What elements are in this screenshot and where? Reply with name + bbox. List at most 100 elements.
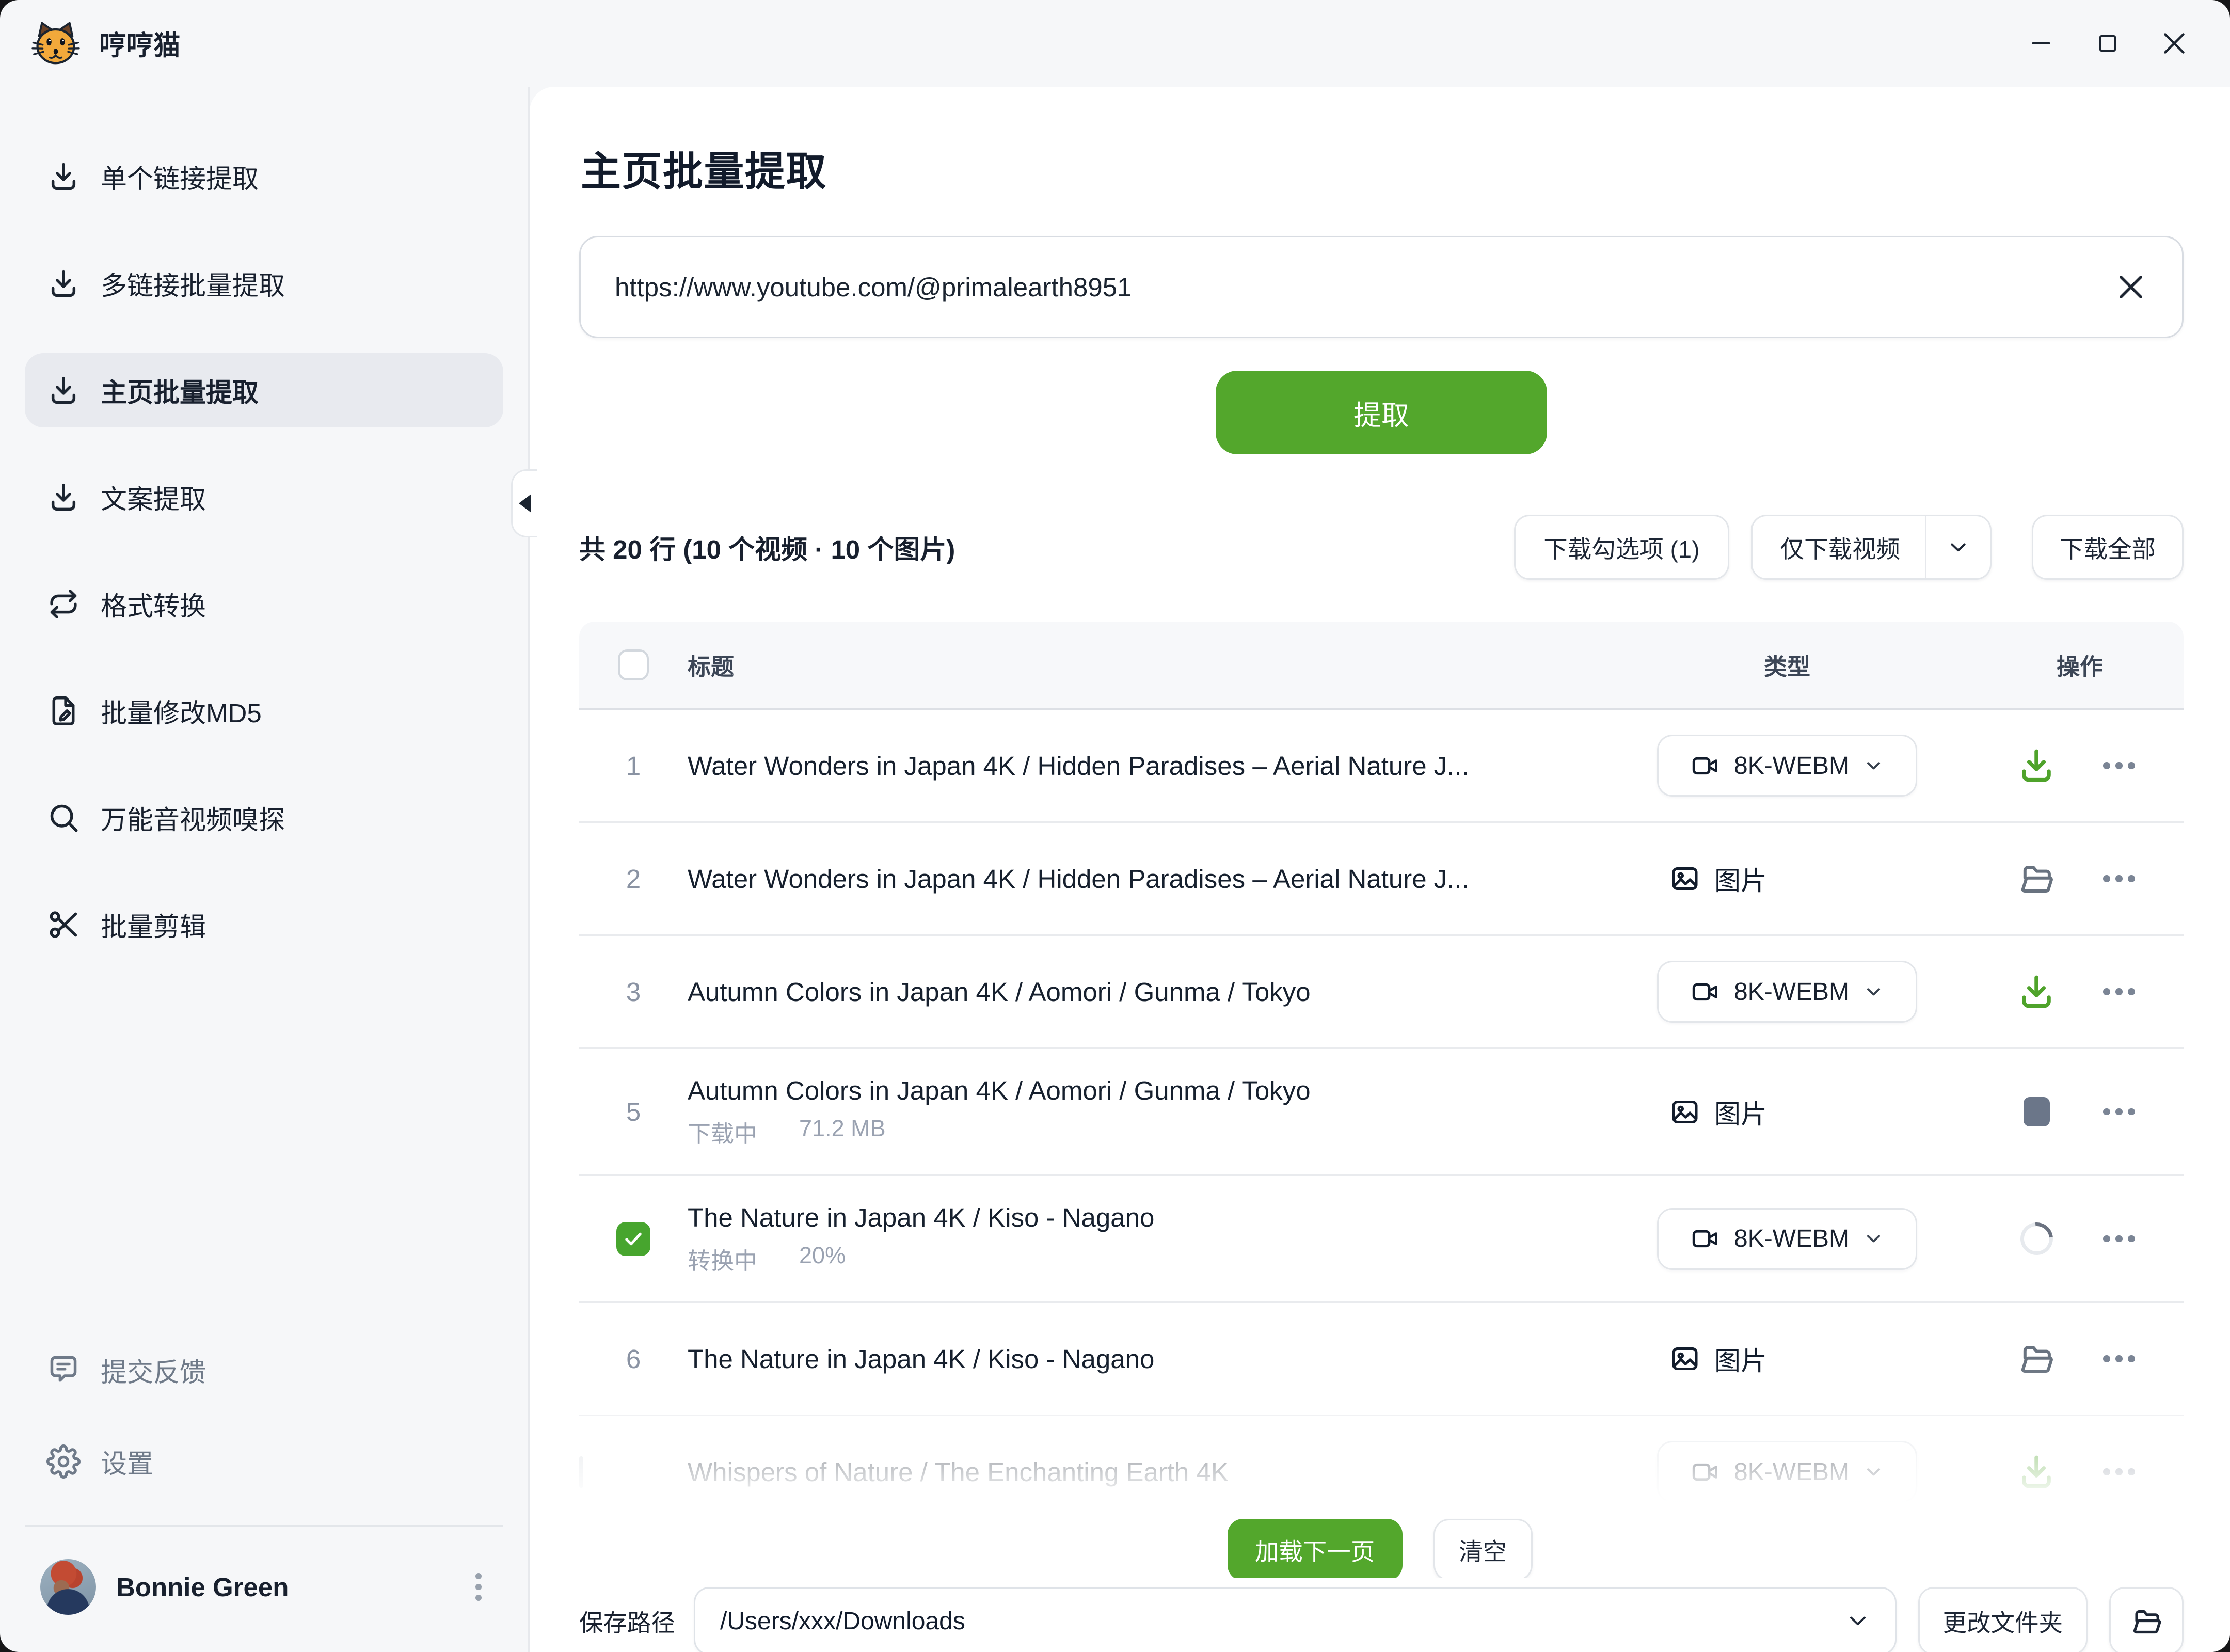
row-primary-action[interactable] (2016, 1452, 2057, 1492)
table-body: 1 Water Wonders in Japan 4K / Hidden Par… (579, 710, 2184, 1529)
change-folder-button[interactable]: 更改文件夹 (1918, 1587, 2088, 1652)
more-menu-button[interactable] (2100, 1226, 2138, 1252)
download-icon (46, 480, 81, 514)
clear-list-button[interactable]: 清空 (1433, 1519, 1533, 1581)
row-select-cell: 3 (579, 977, 688, 1007)
more-menu-button[interactable] (2100, 979, 2138, 1005)
row-primary-action[interactable] (2016, 745, 2057, 786)
more-menu-button[interactable] (2100, 1459, 2138, 1485)
sidebar-item-设置[interactable]: 设置 (25, 1424, 503, 1499)
user-row[interactable]: Bonnie Green (25, 1547, 503, 1627)
row-select-cell: 6 (579, 1344, 688, 1374)
spinner-icon (2014, 1216, 2060, 1262)
row-primary-action[interactable] (2016, 859, 2057, 899)
row-title: Autumn Colors in Japan 4K / Aomori / Gun… (688, 977, 1595, 1007)
download-checked-button[interactable]: 下载勾选项 (1) (1514, 515, 1729, 580)
save-path-label: 保存路径 (579, 1604, 675, 1639)
sidebar-item-多链接批量提取[interactable]: 多链接批量提取 (25, 246, 503, 321)
url-input[interactable]: https://www.youtube.com/@primalearth8951 (579, 236, 2184, 338)
sidebar-item-批量修改MD5[interactable]: 批量修改MD5 (25, 674, 503, 748)
chevron-down-icon (1863, 982, 1884, 1002)
row-title-cell: Autumn Colors in Japan 4K / Aomori / Gun… (688, 977, 1632, 1007)
video-camera-icon (1691, 977, 1720, 1007)
sidebar-item-label: 批量修改MD5 (101, 692, 262, 730)
row-primary-action[interactable] (2016, 972, 2057, 1012)
format-dropdown[interactable]: 8K-WEBM (1657, 735, 1917, 797)
header-type: 类型 (1657, 648, 1917, 681)
extract-button[interactable]: 提取 (1216, 371, 1547, 454)
row-status-value: 20% (799, 1242, 846, 1276)
row-checkbox-checked[interactable] (616, 1222, 650, 1256)
sidebar-collapse-handle[interactable] (511, 469, 537, 537)
stats-row: 共 20 行 (10 个视频 · 10 个图片) 下载勾选项 (1) 仅下载视频… (579, 515, 2184, 580)
sidebar-item-万能音视频嗅探[interactable]: 万能音视频嗅探 (25, 781, 503, 855)
sidebar-item-label: 多链接批量提取 (101, 264, 285, 303)
app-window: 哼哼猫 单个链接提取 多链接批量提取 主页批量提取 文案提取 格式转换 批量修改… (0, 0, 2230, 1652)
table-header: 标题 类型 操作 (579, 622, 2184, 710)
row-title: The Nature in Japan 4K / Kiso - Nagano (688, 1202, 1595, 1233)
sidebar-item-提交反馈[interactable]: 提交反馈 (25, 1333, 503, 1407)
sidebar-item-主页批量提取[interactable]: 主页批量提取 (25, 353, 503, 427)
row-title-cell: The Nature in Japan 4K / Kiso - Nagano (688, 1344, 1632, 1374)
row-title-cell: Water Wonders in Japan 4K / Hidden Parad… (688, 864, 1632, 894)
header-title: 标题 (688, 648, 1632, 681)
clear-input-button[interactable] (2111, 267, 2151, 307)
row-action-cell (1957, 1339, 2184, 1379)
sidebar-footer: 提交反馈 设置 Bonnie Green (25, 1333, 503, 1627)
image-icon (1669, 1097, 1700, 1127)
row-type-cell: 8K-WEBM (1632, 961, 1957, 1023)
format-label: 8K-WEBM (1734, 1458, 1850, 1486)
more-menu-button[interactable] (2100, 1346, 2138, 1372)
table-row: 6 The Nature in Japan 4K / Kiso - Nagano… (579, 1303, 2184, 1416)
chevron-down-icon (1863, 756, 1884, 776)
convert-icon (46, 587, 81, 621)
row-type-cell: 8K-WEBM (1632, 735, 1957, 797)
row-primary-action[interactable] (2016, 1219, 2057, 1259)
load-next-page-button[interactable]: 加载下一页 (1228, 1519, 1403, 1581)
row-select-cell (579, 1222, 688, 1256)
video-only-label[interactable]: 仅下载视频 (1753, 530, 1925, 565)
minimize-button[interactable] (2026, 28, 2057, 59)
more-menu-button[interactable] (2100, 1099, 2138, 1125)
titlebar: 哼哼猫 (0, 0, 2230, 87)
save-path-select[interactable]: /Users/xxx/Downloads (694, 1587, 1897, 1652)
select-all-checkbox[interactable] (618, 649, 649, 680)
video-only-caret[interactable] (1926, 536, 1990, 559)
folder-open-icon (2130, 1605, 2163, 1638)
open-folder-button[interactable] (2109, 1587, 2184, 1652)
row-primary-action[interactable] (2016, 1339, 2057, 1379)
sidebar-item-label: 提交反馈 (101, 1351, 206, 1389)
maximize-button[interactable] (2092, 28, 2123, 59)
more-menu-button[interactable] (2100, 866, 2138, 892)
download-all-button[interactable]: 下载全部 (2032, 515, 2184, 580)
more-menu-button[interactable] (2100, 753, 2138, 779)
format-dropdown[interactable]: 8K-WEBM (1657, 1441, 1917, 1503)
video-camera-icon (1691, 751, 1720, 781)
user-menu-kebab-icon[interactable] (469, 1567, 488, 1607)
collapse-left-arrow-icon (519, 494, 531, 513)
format-dropdown[interactable]: 8K-WEBM (1657, 961, 1917, 1023)
app-title: 哼哼猫 (99, 24, 181, 63)
avatar (40, 1559, 96, 1615)
row-checkbox[interactable] (579, 1456, 583, 1488)
download-icon (2016, 972, 2057, 1012)
row-number: 6 (579, 1344, 688, 1374)
table-row: 2 Water Wonders in Japan 4K / Hidden Par… (579, 823, 2184, 936)
row-action-cell (1957, 1092, 2184, 1132)
sidebar-item-格式转换[interactable]: 格式转换 (25, 567, 503, 641)
row-title-cell: Whispers of Nature / The Enchanting Eart… (688, 1457, 1632, 1487)
sidebar-item-批量剪辑[interactable]: 批量剪辑 (25, 887, 503, 962)
video-only-split-button[interactable]: 仅下载视频 (1751, 515, 1992, 580)
scissors-icon (46, 908, 81, 942)
save-path-bar: 保存路径 /Users/xxx/Downloads 更改文件夹 (579, 1578, 2184, 1652)
row-type-cell: 8K-WEBM (1632, 1208, 1957, 1270)
row-primary-action[interactable] (2016, 1092, 2057, 1132)
close-button[interactable] (2159, 28, 2190, 59)
row-title: Whispers of Nature / The Enchanting Eart… (688, 1457, 1595, 1487)
sidebar-item-单个链接提取[interactable]: 单个链接提取 (25, 139, 503, 214)
format-dropdown[interactable]: 8K-WEBM (1657, 1208, 1917, 1270)
check-icon (623, 1228, 644, 1250)
row-action-cell (1957, 1452, 2184, 1492)
sidebar-item-文案提取[interactable]: 文案提取 (25, 460, 503, 534)
row-status: 下载中 71.2 MB (688, 1115, 1595, 1149)
